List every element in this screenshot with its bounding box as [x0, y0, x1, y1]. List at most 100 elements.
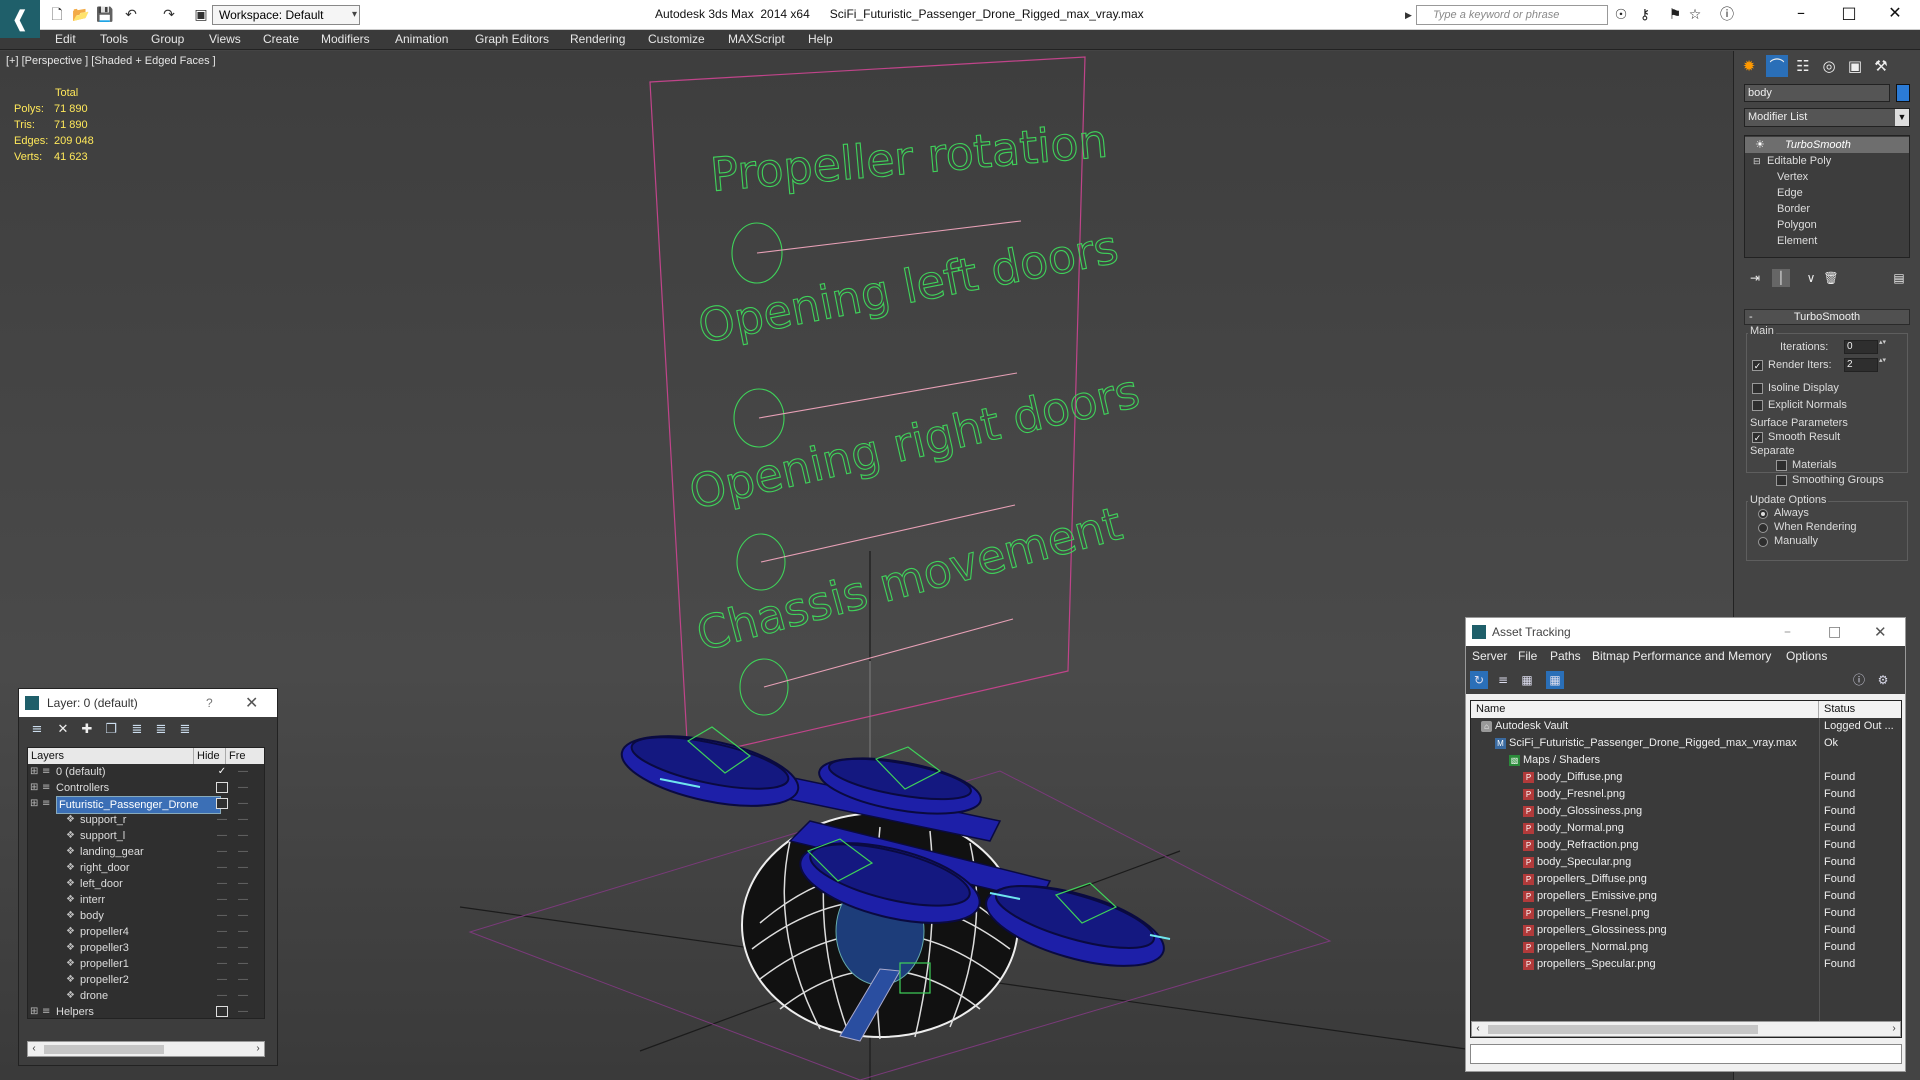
menu-tools[interactable]: Tools — [100, 32, 128, 46]
smoothing-groups-checkbox[interactable] — [1776, 475, 1787, 486]
asset-tracking-window[interactable]: Asset Tracking – □ ✕ Server File Paths B… — [1465, 617, 1906, 1072]
layer-row[interactable]: ⊞ ≡ Futuristic_Passenger_Drone — — [28, 796, 264, 814]
highlight-layer-icon[interactable]: ≣ — [129, 722, 145, 738]
drone-model[interactable] — [616, 723, 1173, 1042]
asset-menu-bitmap-performance[interactable]: Bitmap Performance and Memory — [1592, 649, 1771, 663]
hierarchy-tab-icon[interactable]: ☷ — [1792, 55, 1814, 77]
scrollbar-thumb[interactable] — [1488, 1025, 1758, 1034]
menu-group[interactable]: Group — [151, 32, 184, 46]
hide-toggle[interactable]: — — [216, 990, 228, 1001]
asset-row[interactable]: Ppropellers_Normal.png Found — [1471, 939, 1901, 956]
hide-toggle[interactable]: — — [216, 894, 228, 905]
render-iters-checkbox[interactable]: ✓ — [1752, 360, 1763, 371]
hide-toggle[interactable] — [216, 782, 228, 793]
asset-horizontal-scrollbar[interactable]: ‹ › — [1471, 1021, 1901, 1037]
help-icon[interactable]: ⓘ — [1718, 6, 1736, 24]
layer-row[interactable]: ⊞ ≡ Helpers — — [28, 1004, 264, 1018]
menu-maxscript[interactable]: MAXScript — [728, 32, 785, 46]
stack-item-polygon[interactable]: Polygon — [1745, 217, 1909, 233]
asset-menu-paths[interactable]: Paths — [1550, 649, 1581, 663]
menu-edit[interactable]: Edit — [55, 32, 76, 46]
stack-item-edge[interactable]: Edge — [1745, 185, 1909, 201]
layer-row[interactable]: ❖ support_l — — — [28, 828, 264, 844]
delete-layer-icon[interactable]: ✕ — [55, 722, 71, 738]
key-icon[interactable]: ⚷ — [1636, 6, 1654, 24]
layer-row[interactable]: ❖ left_door — — — [28, 876, 264, 892]
when-rendering-radio[interactable] — [1758, 523, 1768, 533]
scroll-right-icon[interactable]: › — [1888, 1022, 1900, 1036]
layer-manager-window[interactable]: Layer: 0 (default) ? ✕ ≡ ✕ ✚ ❐ ≣ ≣ ≣ Lay… — [18, 688, 278, 1066]
column-header-layers[interactable]: Layers — [28, 748, 194, 764]
freeze-toggle[interactable]: — — [238, 988, 248, 1004]
settings-icon[interactable]: ⚙ — [1874, 671, 1892, 689]
hide-toggle[interactable] — [216, 1006, 228, 1017]
viewport-label[interactable]: [+] [Perspective ] [Shaded + Edged Faces… — [6, 55, 216, 67]
manually-radio[interactable] — [1758, 537, 1768, 547]
asset-window-titlebar[interactable]: Asset Tracking – □ ✕ — [1466, 618, 1905, 646]
asset-row[interactable]: Pbody_Fresnel.png Found — [1471, 786, 1901, 803]
column-header-freeze[interactable]: Fre — [226, 748, 264, 764]
menu-help[interactable]: Help — [808, 32, 833, 46]
object-name-field[interactable]: body — [1744, 84, 1890, 102]
scroll-right-icon[interactable]: › — [252, 1042, 264, 1056]
asset-row[interactable]: Ppropellers_Glossiness.png Found — [1471, 922, 1901, 939]
refresh-icon[interactable]: ↻ — [1470, 671, 1488, 689]
hide-toggle[interactable]: — — [216, 830, 228, 841]
menu-modifiers[interactable]: Modifiers — [321, 32, 370, 46]
asset-row[interactable]: ⌂ Autodesk Vault Logged Out ... — [1471, 718, 1901, 735]
minimize-icon[interactable]: – — [1778, 0, 1824, 30]
close-icon[interactable]: ✕ — [245, 689, 258, 717]
close-icon[interactable]: ✕ — [1874, 618, 1887, 646]
modifier-list-dropdown[interactable]: Modifier List ▼ — [1744, 108, 1910, 127]
pin-stack-icon[interactable]: ⇥ — [1746, 269, 1764, 287]
object-color-swatch[interactable] — [1896, 84, 1910, 102]
scroll-left-icon[interactable]: ‹ — [28, 1042, 40, 1056]
maximize-icon[interactable]: □ — [1828, 618, 1841, 646]
remove-modifier-icon[interactable]: 🗑 — [1822, 269, 1840, 287]
project-folder-icon[interactable]: ▣ — [192, 6, 210, 24]
turbosmooth-rollout-header[interactable]: - TurboSmooth — [1744, 309, 1910, 325]
layer-help-button[interactable]: ? — [206, 689, 213, 717]
menu-animation[interactable]: Animation — [395, 32, 448, 46]
layer-row[interactable]: ❖ propeller4 — — — [28, 924, 264, 940]
display-tab-icon[interactable]: ▣ — [1844, 55, 1866, 77]
stack-item-vertex[interactable]: Vertex — [1745, 169, 1909, 185]
layer-row[interactable]: ⊞ ≡ 0 (default) ✓ — — [28, 764, 264, 780]
asset-row[interactable]: Pbody_Glossiness.png Found — [1471, 803, 1901, 820]
freeze-toggle[interactable]: — — [238, 908, 248, 924]
freeze-toggle[interactable]: — — [238, 924, 248, 940]
layer-row[interactable]: ❖ body — — — [28, 908, 264, 924]
freeze-toggle[interactable]: — — [238, 972, 248, 988]
isoline-display-checkbox[interactable] — [1752, 383, 1763, 394]
asset-path-field[interactable] — [1470, 1044, 1902, 1064]
workspace-dropdown[interactable]: Workspace: Default ▾ — [212, 5, 360, 25]
utilities-tab-icon[interactable]: ⚒ — [1870, 55, 1892, 77]
hide-toggle[interactable]: — — [216, 878, 228, 889]
scroll-left-icon[interactable]: ‹ — [1472, 1022, 1484, 1036]
layer-row[interactable]: ❖ propeller2 — — — [28, 972, 264, 988]
asset-row[interactable]: ▧ Maps / Shaders — [1471, 752, 1901, 769]
freeze-toggle[interactable]: — — [238, 860, 248, 876]
freeze-toggle[interactable]: — — [238, 1004, 248, 1018]
menu-rendering[interactable]: Rendering — [570, 32, 625, 46]
asset-menu-server[interactable]: Server — [1472, 649, 1507, 663]
column-header-name[interactable]: Name — [1471, 701, 1819, 718]
maximize-icon[interactable]: □ — [1826, 0, 1872, 30]
expand-icon[interactable]: ⊞ — [30, 780, 38, 796]
expand-icon[interactable]: ⊞ — [30, 796, 38, 812]
motion-tab-icon[interactable]: ◎ — [1818, 55, 1840, 77]
stack-item-element[interactable]: Element — [1745, 233, 1909, 249]
current-layer-check-icon[interactable]: ✓ — [216, 766, 228, 777]
asset-menu-file[interactable]: File — [1518, 649, 1537, 663]
open-file-icon[interactable]: 📂 — [72, 6, 90, 24]
table-view-icon[interactable]: ▦ — [1546, 671, 1564, 689]
freeze-toggle[interactable]: — — [238, 828, 248, 844]
asset-row[interactable]: Pbody_Diffuse.png Found — [1471, 769, 1901, 786]
redo-icon[interactable]: ↷ — [160, 6, 178, 24]
menu-graph-editors[interactable]: Graph Editors — [475, 32, 549, 46]
iterations-spinner[interactable]: 0 — [1844, 339, 1886, 354]
create-layer-icon[interactable]: ≡ — [29, 722, 45, 738]
freeze-toggle[interactable]: — — [238, 956, 248, 972]
layer-row[interactable]: ❖ right_door — — — [28, 860, 264, 876]
list-view-icon[interactable]: ≡ — [1494, 671, 1512, 689]
